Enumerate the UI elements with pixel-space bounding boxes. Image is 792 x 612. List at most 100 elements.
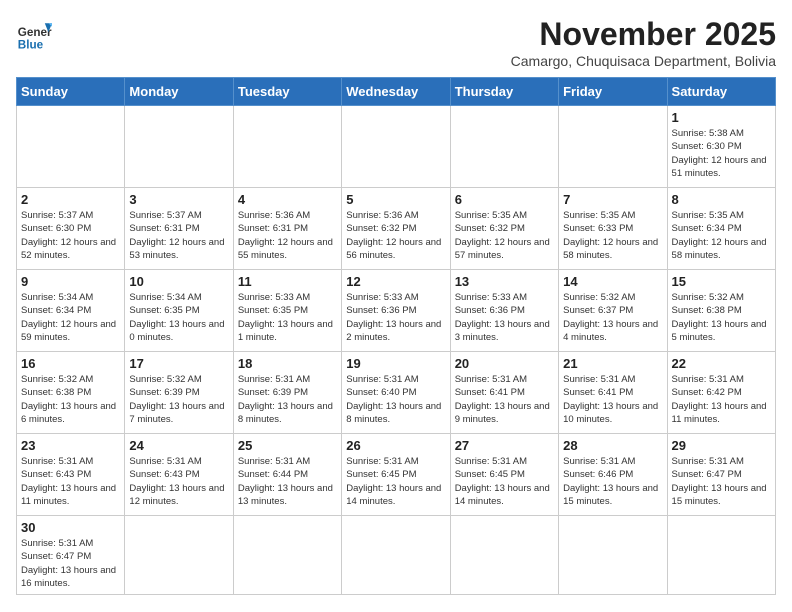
calendar-cell: 14Sunrise: 5:32 AM Sunset: 6:37 PM Dayli… bbox=[559, 270, 667, 352]
day-info: Sunrise: 5:35 AM Sunset: 6:34 PM Dayligh… bbox=[672, 209, 771, 262]
calendar-cell: 27Sunrise: 5:31 AM Sunset: 6:45 PM Dayli… bbox=[450, 434, 558, 516]
day-info: Sunrise: 5:36 AM Sunset: 6:32 PM Dayligh… bbox=[346, 209, 445, 262]
week-row: 16 Sunrise: 5:32 AM Sunset: 6:38 PM Dayli… bbox=[17, 352, 776, 434]
day-info: Sunrise: 5:31 AM Sunset: 6:46 PM Dayligh… bbox=[563, 455, 662, 508]
day-number: 13 bbox=[455, 274, 554, 289]
calendar-cell: 30Sunrise: 5:31 AM Sunset: 6:47 PM Dayli… bbox=[17, 516, 125, 595]
calendar-cell: 17Sunrise: 5:32 AM Sunset: 6:39 PM Dayli… bbox=[125, 352, 233, 434]
calendar-table: SundayMondayTuesdayWednesdayThursdayFrid… bbox=[16, 77, 776, 595]
calendar-cell bbox=[559, 516, 667, 595]
calendar-cell: 23 Sunrise: 5:31 AM Sunset: 6:43 PM Dayli… bbox=[17, 434, 125, 516]
day-number: 12 bbox=[346, 274, 445, 289]
day-number: 5 bbox=[346, 192, 445, 207]
day-info: Sunrise: 5:31 AM Sunset: 6:47 PM Dayligh… bbox=[672, 455, 771, 508]
day-number: 25 bbox=[238, 438, 337, 453]
day-number: 6 bbox=[455, 192, 554, 207]
day-info: Sunrise: 5:37 AM Sunset: 6:31 PM Dayligh… bbox=[129, 209, 228, 262]
week-row: 9 Sunrise: 5:34 AM Sunset: 6:34 PM Daylig… bbox=[17, 270, 776, 352]
day-number: 21 bbox=[563, 356, 662, 371]
day-info: Sunrise: 5:32 AM Sunset: 6:37 PM Dayligh… bbox=[563, 291, 662, 344]
day-info: Sunrise: 5:31 AM Sunset: 6:42 PM Dayligh… bbox=[672, 373, 771, 426]
day-info: Sunrise: 5:36 AM Sunset: 6:31 PM Dayligh… bbox=[238, 209, 337, 262]
weekday-header: Thursday bbox=[450, 78, 558, 106]
calendar-cell: 20 Sunrise: 5:31 AM Sunset: 6:41 PM Dayli… bbox=[450, 352, 558, 434]
day-number: 8 bbox=[672, 192, 771, 207]
calendar-cell: 8 Sunrise: 5:35 AM Sunset: 6:34 PM Daylig… bbox=[667, 188, 775, 270]
day-info: Sunrise: 5:31 AM Sunset: 6:45 PM Dayligh… bbox=[346, 455, 445, 508]
weekday-header: Wednesday bbox=[342, 78, 450, 106]
calendar-cell bbox=[17, 106, 125, 188]
day-number: 15 bbox=[672, 274, 771, 289]
calendar-cell: 3 Sunrise: 5:37 AM Sunset: 6:31 PM Daylig… bbox=[125, 188, 233, 270]
calendar-cell: 16 Sunrise: 5:32 AM Sunset: 6:38 PM Dayli… bbox=[17, 352, 125, 434]
day-info: Sunrise: 5:31 AM Sunset: 6:44 PM Dayligh… bbox=[238, 455, 337, 508]
week-row: 30Sunrise: 5:31 AM Sunset: 6:47 PM Dayli… bbox=[17, 516, 776, 595]
location-subtitle: Camargo, Chuquisaca Department, Bolivia bbox=[511, 53, 776, 69]
day-number: 9 bbox=[21, 274, 120, 289]
calendar-cell: 2 Sunrise: 5:37 AM Sunset: 6:30 PM Daylig… bbox=[17, 188, 125, 270]
day-number: 16 bbox=[21, 356, 120, 371]
calendar-cell bbox=[559, 106, 667, 188]
day-info: Sunrise: 5:31 AM Sunset: 6:43 PM Dayligh… bbox=[129, 455, 228, 508]
day-info: Sunrise: 5:34 AM Sunset: 6:35 PM Dayligh… bbox=[129, 291, 228, 344]
logo: General Blue bbox=[16, 16, 52, 52]
day-number: 10 bbox=[129, 274, 228, 289]
day-info: Sunrise: 5:32 AM Sunset: 6:38 PM Dayligh… bbox=[21, 373, 120, 426]
day-number: 2 bbox=[21, 192, 120, 207]
day-info: Sunrise: 5:32 AM Sunset: 6:38 PM Dayligh… bbox=[672, 291, 771, 344]
calendar-cell: 21 Sunrise: 5:31 AM Sunset: 6:41 PM Dayli… bbox=[559, 352, 667, 434]
day-number: 18 bbox=[238, 356, 337, 371]
calendar-cell: 29 Sunrise: 5:31 AM Sunset: 6:47 PM Dayli… bbox=[667, 434, 775, 516]
day-number: 23 bbox=[21, 438, 120, 453]
calendar-cell: 24 Sunrise: 5:31 AM Sunset: 6:43 PM Dayli… bbox=[125, 434, 233, 516]
calendar-cell bbox=[450, 516, 558, 595]
weekday-header: Saturday bbox=[667, 78, 775, 106]
day-info: Sunrise: 5:33 AM Sunset: 6:36 PM Dayligh… bbox=[455, 291, 554, 344]
calendar-cell bbox=[342, 106, 450, 188]
day-number: 1 bbox=[672, 110, 771, 125]
day-info: Sunrise: 5:35 AM Sunset: 6:33 PM Dayligh… bbox=[563, 209, 662, 262]
calendar-cell: 18 Sunrise: 5:31 AM Sunset: 6:39 PM Dayli… bbox=[233, 352, 341, 434]
day-info: Sunrise: 5:31 AM Sunset: 6:43 PM Dayligh… bbox=[21, 455, 120, 508]
calendar-cell bbox=[233, 516, 341, 595]
day-info: Sunrise: 5:34 AM Sunset: 6:34 PM Dayligh… bbox=[21, 291, 120, 344]
day-info: Sunrise: 5:31 AM Sunset: 6:39 PM Dayligh… bbox=[238, 373, 337, 426]
calendar-cell: 7Sunrise: 5:35 AM Sunset: 6:33 PM Daylig… bbox=[559, 188, 667, 270]
day-number: 20 bbox=[455, 356, 554, 371]
day-info: Sunrise: 5:31 AM Sunset: 6:41 PM Dayligh… bbox=[455, 373, 554, 426]
day-info: Sunrise: 5:31 AM Sunset: 6:40 PM Dayligh… bbox=[346, 373, 445, 426]
day-info: Sunrise: 5:38 AM Sunset: 6:30 PM Dayligh… bbox=[672, 127, 771, 180]
calendar-cell: 22 Sunrise: 5:31 AM Sunset: 6:42 PM Dayli… bbox=[667, 352, 775, 434]
calendar-cell: 28Sunrise: 5:31 AM Sunset: 6:46 PM Dayli… bbox=[559, 434, 667, 516]
day-number: 19 bbox=[346, 356, 445, 371]
calendar-cell: 19 Sunrise: 5:31 AM Sunset: 6:40 PM Dayli… bbox=[342, 352, 450, 434]
day-number: 29 bbox=[672, 438, 771, 453]
calendar-cell bbox=[125, 106, 233, 188]
day-info: Sunrise: 5:32 AM Sunset: 6:39 PM Dayligh… bbox=[129, 373, 228, 426]
day-info: Sunrise: 5:37 AM Sunset: 6:30 PM Dayligh… bbox=[21, 209, 120, 262]
calendar-cell: 12Sunrise: 5:33 AM Sunset: 6:36 PM Dayli… bbox=[342, 270, 450, 352]
week-row: 23 Sunrise: 5:31 AM Sunset: 6:43 PM Dayli… bbox=[17, 434, 776, 516]
calendar-cell: 13 Sunrise: 5:33 AM Sunset: 6:36 PM Dayli… bbox=[450, 270, 558, 352]
day-number: 22 bbox=[672, 356, 771, 371]
day-number: 11 bbox=[238, 274, 337, 289]
weekday-header: Monday bbox=[125, 78, 233, 106]
week-row: 1 Sunrise: 5:38 AM Sunset: 6:30 PM Daylig… bbox=[17, 106, 776, 188]
day-number: 27 bbox=[455, 438, 554, 453]
day-number: 24 bbox=[129, 438, 228, 453]
month-title: November 2025 bbox=[511, 16, 776, 53]
svg-text:Blue: Blue bbox=[18, 38, 44, 51]
day-number: 26 bbox=[346, 438, 445, 453]
day-info: Sunrise: 5:31 AM Sunset: 6:47 PM Dayligh… bbox=[21, 537, 120, 590]
day-info: Sunrise: 5:33 AM Sunset: 6:35 PM Dayligh… bbox=[238, 291, 337, 344]
title-block: November 2025 Camargo, Chuquisaca Depart… bbox=[511, 16, 776, 69]
day-number: 3 bbox=[129, 192, 228, 207]
weekday-header: Friday bbox=[559, 78, 667, 106]
day-info: Sunrise: 5:31 AM Sunset: 6:41 PM Dayligh… bbox=[563, 373, 662, 426]
calendar-cell bbox=[233, 106, 341, 188]
calendar-cell bbox=[450, 106, 558, 188]
calendar-cell: 5 Sunrise: 5:36 AM Sunset: 6:32 PM Daylig… bbox=[342, 188, 450, 270]
day-info: Sunrise: 5:35 AM Sunset: 6:32 PM Dayligh… bbox=[455, 209, 554, 262]
page-header: General Blue November 2025 Camargo, Chuq… bbox=[16, 16, 776, 69]
weekday-header-row: SundayMondayTuesdayWednesdayThursdayFrid… bbox=[17, 78, 776, 106]
